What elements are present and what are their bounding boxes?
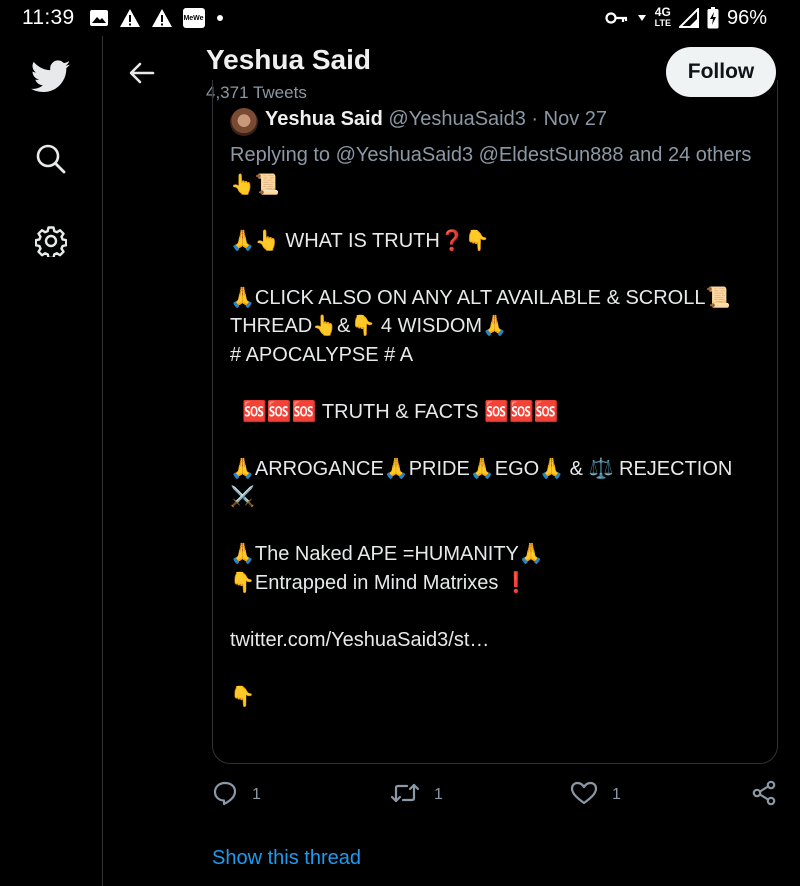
dot-icon bbox=[215, 13, 225, 23]
network-sub-label: LTE bbox=[654, 18, 671, 28]
tweet-line: 🙏The Naked APE =HUMANITY🙏 bbox=[230, 543, 544, 565]
left-nav bbox=[0, 36, 103, 886]
tweet-line bbox=[230, 512, 760, 541]
author-name[interactable]: Yeshua Said bbox=[265, 108, 383, 130]
status-bar: 11:39 MeWe 4G LTE 96% bbox=[0, 0, 800, 36]
tweet-line: 👇Entrapped in Mind Matrixes ❗ bbox=[230, 571, 529, 594]
tweet-line bbox=[230, 426, 760, 455]
retweet-button[interactable]: 1 bbox=[390, 780, 443, 810]
quoted-tweet-card[interactable]: Yeshua Said @YeshuaSaid3 · Nov 27 Replyi… bbox=[212, 80, 778, 764]
like-count: 1 bbox=[612, 786, 621, 803]
status-time: 11:39 bbox=[22, 6, 75, 29]
like-button[interactable]: 1 bbox=[570, 780, 621, 810]
author-handle[interactable]: @YeshuaSaid3 bbox=[388, 108, 525, 130]
share-button[interactable] bbox=[751, 780, 777, 810]
twitter-bird-icon[interactable] bbox=[30, 56, 72, 98]
show-thread-link[interactable]: Show this thread bbox=[212, 847, 361, 870]
network-label: 4G bbox=[654, 5, 671, 19]
tweet-line: THREAD👆&👇 4 WISDOM🙏 bbox=[230, 315, 507, 337]
tweet-line bbox=[230, 198, 760, 227]
reply-count: 1 bbox=[252, 786, 261, 803]
tweet-line: 🙏CLICK ALSO ON ANY ALT AVAILABLE & SCROL… bbox=[230, 286, 731, 309]
tweet-line bbox=[230, 597, 760, 626]
tweet-line: 👆📜 bbox=[230, 171, 280, 196]
tweet-link[interactable]: twitter.com/YeshuaSaid3/st… bbox=[230, 626, 760, 655]
like-icon bbox=[570, 781, 598, 810]
tweet-line: 🙏ARROGANCE🙏PRIDE🙏EGO🙏 & ⚖️ REJECTION bbox=[230, 457, 733, 480]
tweet-line: ⚔️ bbox=[230, 486, 255, 508]
warning-icon bbox=[119, 8, 141, 28]
network-type: 4G LTE bbox=[654, 5, 671, 29]
tweet-actions: 1 1 1 bbox=[212, 780, 782, 810]
reply-button[interactable]: 1 bbox=[212, 780, 261, 810]
tweet-line bbox=[230, 369, 760, 398]
share-icon bbox=[751, 780, 777, 811]
tweet-line: 🙏👆 WHAT IS TRUTH❓👇 bbox=[230, 229, 490, 252]
tweet-line: # APOCALYPSE # A bbox=[230, 343, 414, 366]
back-arrow-icon[interactable] bbox=[127, 58, 157, 88]
quoted-tweet-header: Yeshua Said @YeshuaSaid3 · Nov 27 bbox=[265, 108, 607, 131]
replying-to[interactable]: Replying to @YeshuaSaid3 @EldestSun888 a… bbox=[230, 141, 760, 170]
gallery-icon bbox=[89, 9, 109, 27]
battery-percent: 96% bbox=[726, 6, 767, 29]
tweet-body: Replying to @YeshuaSaid3 @EldestSun888 a… bbox=[230, 141, 760, 711]
signal-icon bbox=[678, 8, 699, 28]
tweet-line bbox=[230, 654, 760, 683]
wifi-arrow-icon bbox=[637, 13, 647, 23]
battery-icon bbox=[707, 7, 719, 29]
retweet-count: 1 bbox=[434, 786, 443, 803]
tweet-line bbox=[230, 255, 760, 284]
tweet-date[interactable]: Nov 27 bbox=[544, 108, 607, 130]
retweet-icon bbox=[390, 782, 420, 809]
profile-name: Yeshua Said bbox=[206, 44, 371, 75]
tweet-line: 🆘🆘🆘 TRUTH & FACTS 🆘🆘🆘 bbox=[242, 400, 559, 423]
mewe-badge-text: MeWe bbox=[183, 14, 204, 22]
tweet-line: 👇 bbox=[230, 685, 255, 708]
separator-dot: · bbox=[531, 108, 539, 130]
warning-icon bbox=[151, 8, 173, 28]
settings-gear-icon[interactable] bbox=[30, 220, 72, 262]
vpn-key-icon bbox=[605, 11, 629, 25]
search-icon[interactable] bbox=[30, 138, 72, 180]
reply-icon bbox=[212, 780, 238, 811]
avatar[interactable] bbox=[230, 108, 258, 136]
mewe-app-icon: MeWe bbox=[182, 8, 205, 28]
